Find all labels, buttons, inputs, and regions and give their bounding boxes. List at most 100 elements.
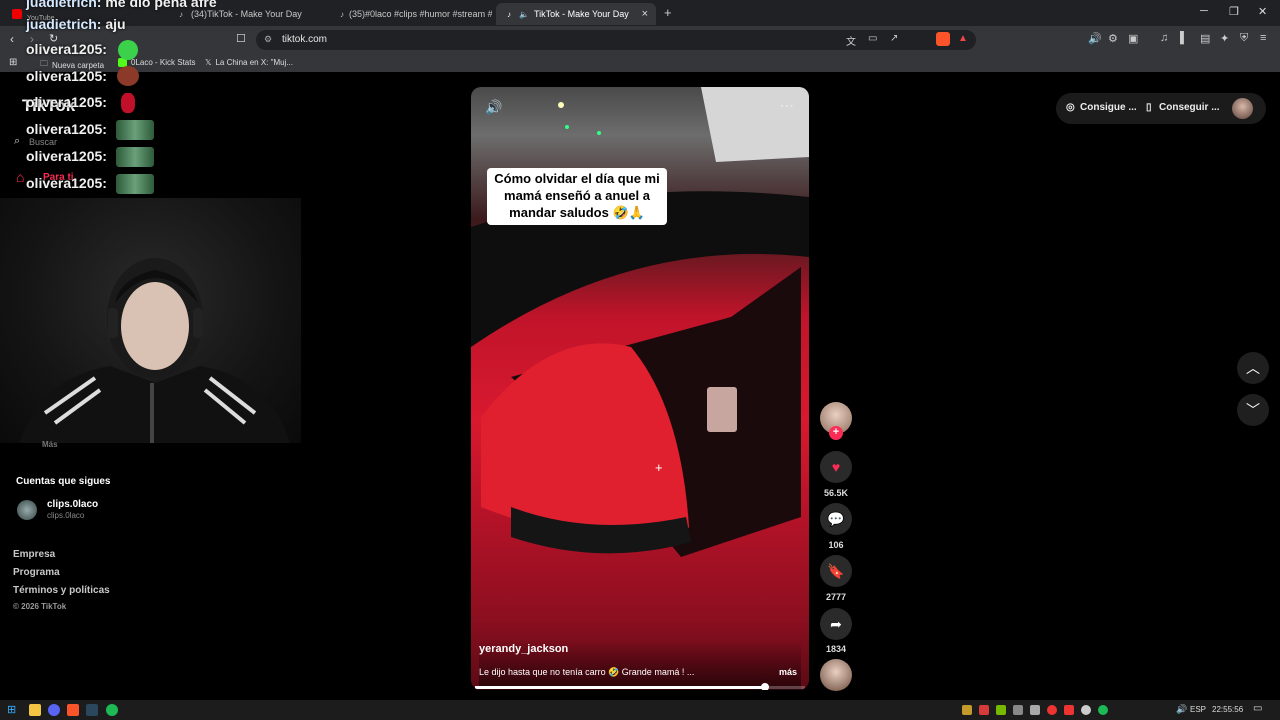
volume-icon[interactable]: 🔊 <box>485 99 502 116</box>
discord-icon[interactable] <box>48 704 60 716</box>
chevron-up-icon: ︿ <box>1246 360 1260 376</box>
brave-shield-icon[interactable] <box>936 32 950 46</box>
nvidia-icon[interactable] <box>996 705 1006 715</box>
restore-icon[interactable]: ❐ <box>1229 5 1239 18</box>
wallet-icon[interactable]: ▤ <box>1200 32 1210 45</box>
translate-icon[interactable]: 文 <box>846 33 856 48</box>
obs-icon[interactable] <box>1047 705 1057 715</box>
file-explorer-icon[interactable] <box>29 704 41 716</box>
close-window-icon[interactable]: ✕ <box>1258 5 1267 18</box>
heart-icon: ♥ <box>831 459 841 475</box>
next-video-button[interactable]: ﹀ <box>1237 394 1269 426</box>
apps-grid-icon[interactable]: ⊞ <box>9 57 17 68</box>
comment-count: 106 <box>828 540 844 550</box>
audio-icon[interactable]: 🔊 <box>1088 32 1102 45</box>
chat-emote <box>116 120 154 140</box>
top-right-actions: ◎ Consigue ... ▯ Conseguir ... <box>1056 93 1266 124</box>
tray-app-icon[interactable] <box>1013 705 1023 715</box>
home-icon: ⌂ <box>16 169 25 185</box>
leo-ai-icon[interactable]: ✦ <box>1220 32 1229 45</box>
music-disc-avatar[interactable] <box>820 659 852 691</box>
tiktok-icon: ♪ <box>179 9 183 19</box>
spotify-icon[interactable] <box>106 704 118 716</box>
video-author[interactable]: yerandy_jackson <box>479 643 568 655</box>
tiktok-icon: ♪ <box>507 9 511 19</box>
new-tab-button[interactable]: + <box>664 5 672 20</box>
progress-fill <box>475 686 766 689</box>
tray-app-icon[interactable] <box>1081 705 1091 715</box>
cast-icon[interactable]: ▭ <box>868 33 877 44</box>
video-description: Le dijo hasta que no tenía carro 🤣 Grand… <box>479 667 695 677</box>
footer-link-programa[interactable]: Programa <box>13 567 60 578</box>
like-button[interactable]: ♥ <box>820 451 852 483</box>
music-icon[interactable]: ♫ <box>1160 32 1168 44</box>
tab-tiktok-2[interactable]: ♪ (35)#0laco #clips #humor #stream # <box>332 3 492 25</box>
coins-icon: ◎ <box>1066 102 1075 113</box>
url-bar[interactable]: ⚙ tiktok.com 文 ▭ ↗ ▲ <box>256 30 976 50</box>
following-name[interactable]: clips.0laco <box>47 499 98 510</box>
minimize-icon[interactable]: ─ <box>1200 5 1208 17</box>
brave-rewards-icon[interactable]: ▲ <box>958 33 968 44</box>
windows-start-icon[interactable]: ⊞ <box>7 703 16 716</box>
get-coins-button[interactable]: Consigue ... <box>1080 102 1137 113</box>
more-link[interactable]: más <box>779 667 797 677</box>
bookmark-icon[interactable]: ☐ <box>236 32 246 45</box>
footer-link-terms[interactable]: Términos y políticas <box>13 585 110 596</box>
save-button[interactable]: 🔖 <box>820 555 852 587</box>
progress-handle[interactable] <box>761 683 770 690</box>
volume-tray-icon[interactable]: 🔊 <box>1176 704 1187 715</box>
notifications-icon[interactable]: ▭ <box>1253 703 1262 714</box>
footer-link-empresa[interactable]: Empresa <box>13 549 55 560</box>
back-icon[interactable]: ‹ <box>10 32 14 46</box>
screenshot-icon[interactable]: ▣ <box>1128 32 1138 45</box>
chat-message: juadietrich: me dio pena afre <box>26 0 217 10</box>
tray-app-icon[interactable] <box>1030 705 1040 715</box>
address-toolbar: ‹ › ↻ ☐ ⚙ tiktok.com 文 ▭ ↗ ▲ 🔊 ⚙ ▣ ♫ ▌ ▤… <box>0 26 1280 54</box>
following-header: Cuentas que sigues <box>16 476 111 487</box>
sidebar-icon[interactable]: ▌ <box>1180 32 1188 44</box>
chat-message: olivera1205: <box>26 121 107 137</box>
youtube-icon <box>12 9 22 19</box>
bookmark-icon: 🔖 <box>827 562 845 579</box>
steam-icon[interactable] <box>86 704 98 716</box>
save-count: 2777 <box>825 592 847 602</box>
site-info-icon[interactable]: ⚙ <box>264 34 272 45</box>
tray-app-icon[interactable] <box>979 705 989 715</box>
close-tab-icon[interactable]: × <box>642 8 648 20</box>
follow-plus-icon[interactable]: + <box>829 426 843 440</box>
x-logo-icon: 𝕏 <box>205 58 212 67</box>
recording-icon[interactable] <box>1064 705 1074 715</box>
brave-icon[interactable] <box>67 704 79 716</box>
like-count: 56.5K <box>823 488 849 498</box>
nav-more[interactable]: Más <box>42 440 58 449</box>
progress-track[interactable] <box>475 686 805 689</box>
menu-icon[interactable]: ≡ <box>1260 32 1266 44</box>
extensions-icon[interactable]: ⚙ <box>1108 32 1118 45</box>
vpn-icon[interactable]: ⛨ <box>1240 32 1248 45</box>
previous-video-button[interactable]: ︿ <box>1237 352 1269 384</box>
get-app-button[interactable]: Conseguir ... <box>1159 102 1220 113</box>
caption-overlay: Cómo olvidar el día que mi mamá enseñó a… <box>487 168 667 225</box>
share-button[interactable]: ➦ <box>820 608 852 640</box>
chat-message: olivera1205: <box>26 148 107 164</box>
url-text: tiktok.com <box>282 34 328 45</box>
phone-icon: ▯ <box>1146 102 1152 113</box>
chat-message: olivera1205: <box>26 68 107 84</box>
spotify-tray-icon[interactable] <box>1098 705 1108 715</box>
bookmark-x-post[interactable]: 𝕏 La China en X: "Muj... <box>205 58 293 67</box>
following-handle: clips.0laco <box>47 511 85 520</box>
share-icon[interactable]: ↗ <box>890 33 898 44</box>
search-input[interactable]: Buscar <box>29 137 57 147</box>
profile-avatar[interactable] <box>1232 98 1253 119</box>
avatar[interactable] <box>17 500 37 520</box>
cursor-crosshair: + <box>655 460 663 475</box>
tray-app-icon[interactable] <box>962 705 972 715</box>
speaker-icon: 🔈 <box>519 9 529 19</box>
more-options-icon[interactable]: ⋯ <box>780 97 794 114</box>
tab-tiktok-active[interactable]: ♪ 🔈 TikTok - Make Your Day × <box>496 3 656 25</box>
clock[interactable]: 22:55:56 <box>1212 705 1243 714</box>
chat-emote <box>121 93 135 113</box>
comment-button[interactable]: 💬 <box>820 503 852 535</box>
language-indicator[interactable]: ESP <box>1190 705 1206 714</box>
tiktok-icon: ♪ <box>340 9 344 19</box>
